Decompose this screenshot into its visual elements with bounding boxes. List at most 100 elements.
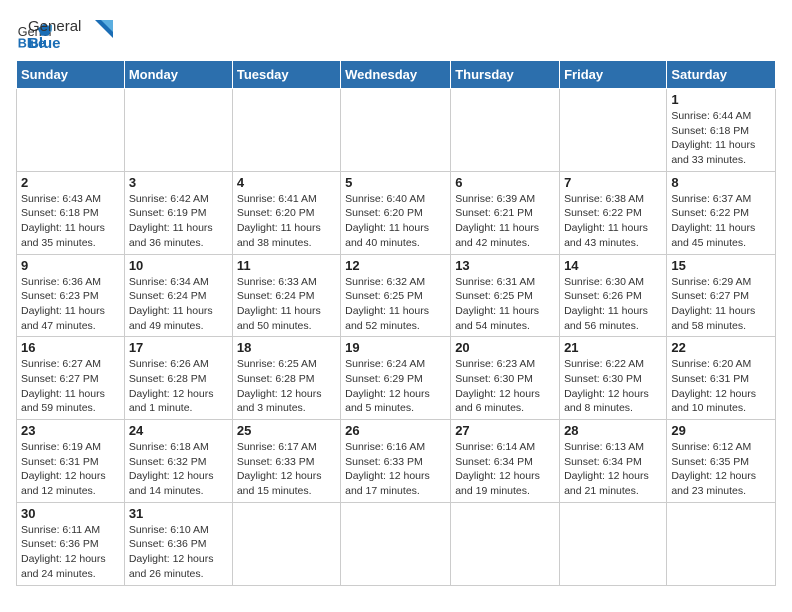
day-info: Sunrise: 6:17 AM Sunset: 6:33 PM Dayligh… <box>237 440 336 499</box>
day-number: 7 <box>564 175 662 190</box>
day-number: 19 <box>345 340 446 355</box>
weekday-header-thursday: Thursday <box>451 61 560 89</box>
day-number: 5 <box>345 175 446 190</box>
calendar-cell: 24Sunrise: 6:18 AM Sunset: 6:32 PM Dayli… <box>124 420 232 503</box>
weekday-header-monday: Monday <box>124 61 232 89</box>
calendar-week-4: 16 Sunrise: 6:27 AM Sunset: 6:27 PM Dayli… <box>17 337 776 420</box>
weekday-header-saturday: Saturday <box>667 61 776 89</box>
weekday-header-tuesday: Tuesday <box>232 61 340 89</box>
day-info: Sunrise: 6:34 AM Sunset: 6:24 PM Dayligh… <box>129 275 228 334</box>
calendar-cell: 16 Sunrise: 6:27 AM Sunset: 6:27 PM Dayli… <box>17 337 125 420</box>
day-info: Sunrise: 6:19 AM Sunset: 6:31 PM Dayligh… <box>21 440 120 499</box>
day-info: Sunrise: 6:32 AM Sunset: 6:25 PM Dayligh… <box>345 275 446 334</box>
calendar-week-5: 23 Sunrise: 6:19 AM Sunset: 6:31 PM Dayli… <box>17 420 776 503</box>
day-number: 8 <box>671 175 771 190</box>
day-info: Sunrise: 6:38 AM Sunset: 6:22 PM Dayligh… <box>564 192 662 251</box>
day-info: Sunrise: 6:29 AM Sunset: 6:27 PM Dayligh… <box>671 275 771 334</box>
calendar-cell: 26Sunrise: 6:16 AM Sunset: 6:33 PM Dayli… <box>341 420 451 503</box>
calendar-cell: 3 Sunrise: 6:42 AM Sunset: 6:19 PM Daylig… <box>124 171 232 254</box>
weekday-header-friday: Friday <box>560 61 667 89</box>
day-info: Sunrise: 6:42 AM Sunset: 6:19 PM Dayligh… <box>129 192 228 251</box>
logo-triangle-icon <box>87 18 115 46</box>
day-info: Sunrise: 6:30 AM Sunset: 6:26 PM Dayligh… <box>564 275 662 334</box>
calendar-body: 1Sunrise: 6:44 AM Sunset: 6:18 PM Daylig… <box>17 89 776 586</box>
logo: General Blue General Blue <box>16 16 115 52</box>
calendar-cell <box>341 89 451 172</box>
day-info: Sunrise: 6:44 AM Sunset: 6:18 PM Dayligh… <box>671 109 771 168</box>
day-info: Sunrise: 6:23 AM Sunset: 6:30 PM Dayligh… <box>455 357 555 416</box>
day-number: 30 <box>21 506 120 521</box>
calendar-cell: 31Sunrise: 6:10 AM Sunset: 6:36 PM Dayli… <box>124 502 232 585</box>
calendar-week-1: 1Sunrise: 6:44 AM Sunset: 6:18 PM Daylig… <box>17 89 776 172</box>
day-number: 3 <box>129 175 228 190</box>
day-number: 23 <box>21 423 120 438</box>
day-number: 29 <box>671 423 771 438</box>
calendar-cell: 21 Sunrise: 6:22 AM Sunset: 6:30 PM Dayli… <box>560 337 667 420</box>
day-info: Sunrise: 6:31 AM Sunset: 6:25 PM Dayligh… <box>455 275 555 334</box>
calendar-cell: 4Sunrise: 6:41 AM Sunset: 6:20 PM Daylig… <box>232 171 340 254</box>
calendar-cell: 22Sunrise: 6:20 AM Sunset: 6:31 PM Dayli… <box>667 337 776 420</box>
calendar-cell <box>232 502 340 585</box>
day-info: Sunrise: 6:40 AM Sunset: 6:20 PM Dayligh… <box>345 192 446 251</box>
calendar-cell: 13 Sunrise: 6:31 AM Sunset: 6:25 PM Dayli… <box>451 254 560 337</box>
day-info: Sunrise: 6:14 AM Sunset: 6:34 PM Dayligh… <box>455 440 555 499</box>
day-info: Sunrise: 6:26 AM Sunset: 6:28 PM Dayligh… <box>129 357 228 416</box>
calendar-cell: 14Sunrise: 6:30 AM Sunset: 6:26 PM Dayli… <box>560 254 667 337</box>
calendar-cell: 20 Sunrise: 6:23 AM Sunset: 6:30 PM Dayli… <box>451 337 560 420</box>
day-number: 11 <box>237 258 336 273</box>
day-number: 15 <box>671 258 771 273</box>
day-info: Sunrise: 6:37 AM Sunset: 6:22 PM Dayligh… <box>671 192 771 251</box>
day-number: 20 <box>455 340 555 355</box>
day-info: Sunrise: 6:12 AM Sunset: 6:35 PM Dayligh… <box>671 440 771 499</box>
calendar-cell: 28Sunrise: 6:13 AM Sunset: 6:34 PM Dayli… <box>560 420 667 503</box>
day-number: 16 <box>21 340 120 355</box>
calendar-cell <box>560 502 667 585</box>
day-number: 12 <box>345 258 446 273</box>
day-number: 2 <box>21 175 120 190</box>
weekday-header-row: SundayMondayTuesdayWednesdayThursdayFrid… <box>17 61 776 89</box>
calendar-cell <box>341 502 451 585</box>
calendar-cell: 17Sunrise: 6:26 AM Sunset: 6:28 PM Dayli… <box>124 337 232 420</box>
weekday-header-sunday: Sunday <box>17 61 125 89</box>
day-info: Sunrise: 6:22 AM Sunset: 6:30 PM Dayligh… <box>564 357 662 416</box>
calendar-cell: 8 Sunrise: 6:37 AM Sunset: 6:22 PM Daylig… <box>667 171 776 254</box>
calendar-cell: 30 Sunrise: 6:11 AM Sunset: 6:36 PM Dayli… <box>17 502 125 585</box>
calendar-header: SundayMondayTuesdayWednesdayThursdayFrid… <box>17 61 776 89</box>
day-info: Sunrise: 6:18 AM Sunset: 6:32 PM Dayligh… <box>129 440 228 499</box>
day-number: 31 <box>129 506 228 521</box>
day-number: 22 <box>671 340 771 355</box>
calendar-cell: 18Sunrise: 6:25 AM Sunset: 6:28 PM Dayli… <box>232 337 340 420</box>
day-info: Sunrise: 6:16 AM Sunset: 6:33 PM Dayligh… <box>345 440 446 499</box>
calendar-cell: 9 Sunrise: 6:36 AM Sunset: 6:23 PM Daylig… <box>17 254 125 337</box>
day-number: 6 <box>455 175 555 190</box>
calendar-cell <box>17 89 125 172</box>
calendar-cell <box>667 502 776 585</box>
logo-general-text: General <box>28 18 81 35</box>
day-info: Sunrise: 6:27 AM Sunset: 6:27 PM Dayligh… <box>21 357 120 416</box>
weekday-header-wednesday: Wednesday <box>341 61 451 89</box>
calendar-cell: 15 Sunrise: 6:29 AM Sunset: 6:27 PM Dayli… <box>667 254 776 337</box>
day-info: Sunrise: 6:41 AM Sunset: 6:20 PM Dayligh… <box>237 192 336 251</box>
calendar-cell <box>232 89 340 172</box>
page-header: General Blue General Blue <box>16 16 776 52</box>
calendar-table: SundayMondayTuesdayWednesdayThursdayFrid… <box>16 60 776 586</box>
calendar-week-2: 2Sunrise: 6:43 AM Sunset: 6:18 PM Daylig… <box>17 171 776 254</box>
calendar-week-6: 30 Sunrise: 6:11 AM Sunset: 6:36 PM Dayli… <box>17 502 776 585</box>
calendar-cell: 5 Sunrise: 6:40 AM Sunset: 6:20 PM Daylig… <box>341 171 451 254</box>
logo-blue-text: Blue <box>28 35 81 52</box>
calendar-cell: 23 Sunrise: 6:19 AM Sunset: 6:31 PM Dayli… <box>17 420 125 503</box>
calendar-cell: 6 Sunrise: 6:39 AM Sunset: 6:21 PM Daylig… <box>451 171 560 254</box>
day-info: Sunrise: 6:36 AM Sunset: 6:23 PM Dayligh… <box>21 275 120 334</box>
day-number: 21 <box>564 340 662 355</box>
day-info: Sunrise: 6:39 AM Sunset: 6:21 PM Dayligh… <box>455 192 555 251</box>
day-info: Sunrise: 6:13 AM Sunset: 6:34 PM Dayligh… <box>564 440 662 499</box>
day-number: 25 <box>237 423 336 438</box>
calendar-cell: 27 Sunrise: 6:14 AM Sunset: 6:34 PM Dayli… <box>451 420 560 503</box>
day-info: Sunrise: 6:33 AM Sunset: 6:24 PM Dayligh… <box>237 275 336 334</box>
calendar-cell: 2Sunrise: 6:43 AM Sunset: 6:18 PM Daylig… <box>17 171 125 254</box>
day-number: 13 <box>455 258 555 273</box>
day-info: Sunrise: 6:11 AM Sunset: 6:36 PM Dayligh… <box>21 523 120 582</box>
day-number: 27 <box>455 423 555 438</box>
day-number: 9 <box>21 258 120 273</box>
day-info: Sunrise: 6:24 AM Sunset: 6:29 PM Dayligh… <box>345 357 446 416</box>
